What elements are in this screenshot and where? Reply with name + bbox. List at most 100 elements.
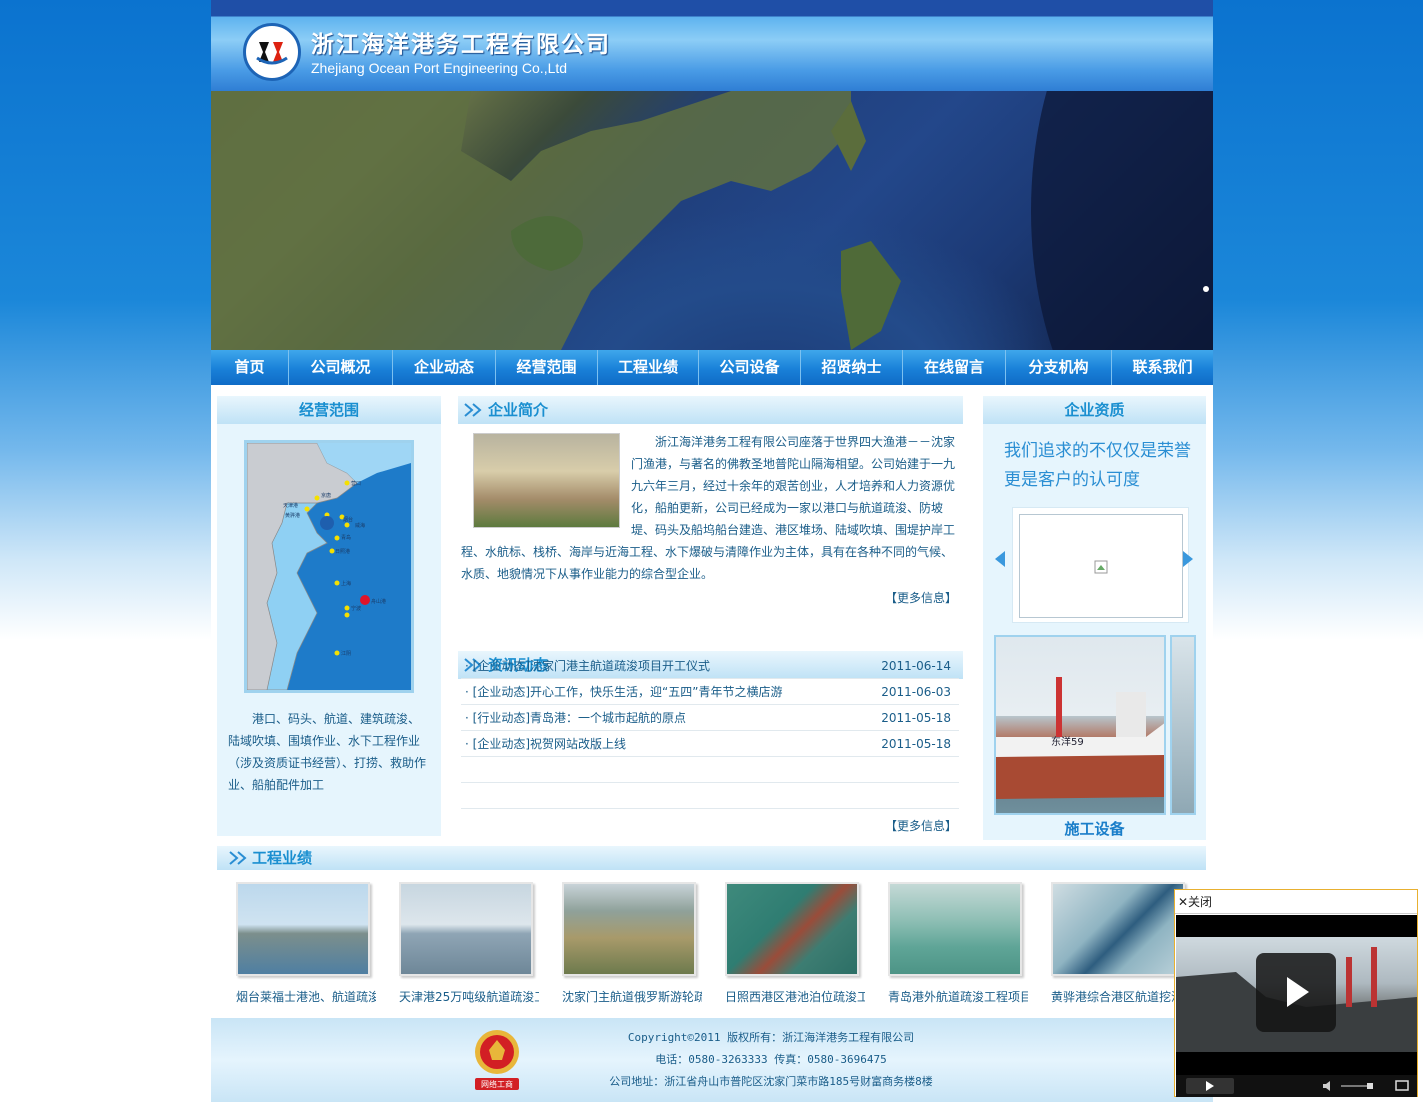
projects-carousel: 烟台莱福士港池、航道疏浚工程 天津港25万吨级航道疏浚工程 沈家门主航道俄罗斯游… [232, 882, 1192, 1012]
arrow-left-icon[interactable] [995, 551, 1005, 567]
banner-earth-image [211, 91, 1213, 350]
main-nav: 首页 公司概况 企业动态 经营范围 工程业绩 公司设备 招贤纳士 在线留言 分支… [211, 350, 1213, 385]
footer-info: Copyright©2011 版权所有：浙江海洋港务工程有限公司 电话：0580… [596, 1027, 946, 1093]
nav-contact[interactable]: 联系我们 [1112, 350, 1213, 385]
business-scope-title: 经营范围 [217, 396, 441, 424]
project-item[interactable]: 黄骅港综合港区航道挖泥 [1051, 882, 1191, 1005]
svg-text:日照港: 日照港 [335, 548, 350, 555]
intro-title: 企业简介 [488, 401, 549, 419]
nav-company-news[interactable]: 企业动态 [393, 350, 496, 385]
fullscreen-icon [1395, 1080, 1409, 1091]
company-name-en: Zhejiang Ocean Port Engineering Co.,Ltd [311, 60, 568, 76]
news-item-empty [461, 757, 959, 783]
video-player[interactable] [1176, 915, 1417, 1097]
site-footer: 网络工商 Copyright©2011 版权所有：浙江海洋港务工程有限公司 电话… [211, 1018, 1213, 1102]
project-item[interactable]: 烟台莱福士港池、航道疏浚工程 [236, 882, 376, 1005]
nav-recruitment[interactable]: 招贤纳士 [801, 350, 903, 385]
project-caption[interactable]: 沈家门主航道俄罗斯游轮疏浚 [562, 988, 702, 1005]
svg-text:青岛: 青岛 [341, 534, 351, 541]
nav-about[interactable]: 公司概况 [289, 350, 393, 385]
svg-text:烟台: 烟台 [343, 516, 353, 523]
news-item-empty [461, 783, 959, 809]
intro-more-link[interactable]: 【更多信息】 [885, 589, 957, 606]
business-scope-panel: 经营范围 营口 天津港 黄骅港 烟台 威海 京唐 青岛 日照港 上海 宁波 舟山… [217, 396, 441, 836]
play-icon[interactable] [1186, 1078, 1234, 1094]
svg-text:天津港: 天津港 [283, 502, 298, 509]
svg-text:宁波: 宁波 [351, 605, 361, 612]
projects-title-bar: 工程业绩 [217, 846, 1206, 870]
footer-copyright: Copyright©2011 版权所有：浙江海洋港务工程有限公司 [627, 1031, 915, 1044]
news-more-link[interactable]: 【更多信息】 [885, 817, 957, 834]
news-date: 2011-05-18 [881, 737, 951, 751]
business-license-badge-icon[interactable]: 网络工商 [469, 1026, 525, 1092]
svg-text:江阴: 江阴 [341, 650, 351, 657]
intro-text-block: 浙江海洋港务工程有限公司座落于世界四大渔港－－沈家门渔港，与著名的佛教圣地普陀山… [461, 431, 959, 585]
project-photo[interactable] [725, 882, 859, 976]
projects-title: 工程业绩 [252, 849, 313, 867]
news-list: · [企业动态]沈家门港主航道疏浚项目开工仪式 2011-06-14 · [企业动… [461, 653, 959, 809]
video-popup: ✕关闭 [1174, 889, 1418, 1097]
project-caption[interactable]: 天津港25万吨级航道疏浚工程 [399, 988, 539, 1005]
satellite-banner [211, 91, 1213, 350]
nav-business-scope[interactable]: 经营范围 [496, 350, 598, 385]
qualification-slogan: 我们追求的不仅仅是荣誉 更是客户的认可度 [1004, 441, 1191, 490]
chevron-right-icon [229, 851, 247, 865]
news-item[interactable]: · [行业动态]青岛港：一个城市起航的原点 2011-05-18 [461, 705, 959, 731]
svg-text:威海: 威海 [355, 522, 365, 529]
news-item[interactable]: · [企业动态]祝贺网站改版上线 2011-05-18 [461, 731, 959, 757]
video-control-icons [1323, 1080, 1409, 1091]
site-header: 浙江海洋港务工程有限公司 Zhejiang Ocean Port Enginee… [211, 0, 1213, 91]
svg-text:营口: 营口 [351, 480, 361, 487]
certificate-slider [1012, 507, 1189, 623]
ship-photo-next[interactable] [1170, 635, 1196, 815]
arrow-right-icon[interactable] [1183, 551, 1193, 567]
project-photo[interactable] [888, 882, 1022, 976]
svg-text:京唐: 京唐 [321, 492, 331, 499]
svg-text:舟山港: 舟山港 [371, 598, 386, 605]
equipment-caption[interactable]: 施工设备 [983, 818, 1206, 839]
project-caption[interactable]: 黄骅港综合港区航道挖泥 [1051, 988, 1191, 1005]
project-photo[interactable] [562, 882, 696, 976]
certificate-image[interactable] [1019, 514, 1183, 618]
port-map[interactable]: 营口 天津港 黄骅港 烟台 威海 京唐 青岛 日照港 上海 宁波 舟山港 江阴 [244, 440, 414, 693]
project-item[interactable]: 天津港25万吨级航道疏浚工程 [399, 882, 539, 1005]
video-close-button[interactable]: ✕关闭 [1175, 890, 1417, 914]
page-container: 浙江海洋港务工程有限公司 Zhejiang Ocean Port Enginee… [211, 0, 1213, 1102]
dredger-ship-photo[interactable]: 东洋59 [994, 635, 1166, 815]
news-date: 2011-05-18 [881, 711, 951, 725]
news-date: 2011-06-03 [881, 685, 951, 699]
project-photo[interactable] [1051, 882, 1185, 976]
qualification-panel: 企业资质 我们追求的不仅仅是荣誉 更是客户的认可度 东洋59 施工设备 [983, 396, 1206, 840]
nav-branches[interactable]: 分支机构 [1006, 350, 1112, 385]
ship-illustration: 东洋59 [996, 677, 1164, 799]
project-caption[interactable]: 日照西港区港池泊位疏浚工程 [725, 988, 865, 1005]
project-photo[interactable] [236, 882, 370, 976]
nav-guestbook[interactable]: 在线留言 [903, 350, 1006, 385]
project-photo[interactable] [399, 882, 533, 976]
company-logo[interactable] [243, 23, 301, 81]
news-item[interactable]: · [企业动态]开心工作，快乐生活，迎“五四”青年节之横店游 2011-06-03 [461, 679, 959, 705]
project-caption[interactable]: 青岛港外航道疏浚工程项目 [888, 988, 1028, 1005]
port-map-image: 营口 天津港 黄骅港 烟台 威海 京唐 青岛 日照港 上海 宁波 舟山港 江阴 [247, 443, 411, 690]
company-name-cn: 浙江海洋港务工程有限公司 [311, 31, 611, 58]
project-item[interactable]: 青岛港外航道疏浚工程项目 [888, 882, 1028, 1005]
svg-text:东洋59: 东洋59 [1051, 735, 1084, 748]
broken-image-icon [1094, 560, 1108, 574]
nav-projects[interactable]: 工程业绩 [598, 350, 699, 385]
project-caption[interactable]: 烟台莱福士港池、航道疏浚工程 [236, 988, 376, 1005]
volume-slider [1341, 1085, 1371, 1087]
nav-equipment[interactable]: 公司设备 [699, 350, 801, 385]
qualification-title: 企业资质 [983, 396, 1206, 424]
news-item[interactable]: · [企业动态]沈家门港主航道疏浚项目开工仪式 2011-06-14 [461, 653, 959, 679]
svg-text:黄骅港: 黄骅港 [285, 512, 300, 519]
footer-address: 公司地址：浙江省舟山市普陀区沈家门菜市路185号财富商务楼8楼 [609, 1075, 933, 1088]
video-play-button[interactable] [1256, 953, 1336, 1032]
project-item[interactable]: 日照西港区港池泊位疏浚工程 [725, 882, 865, 1005]
intro-news-column: 企业简介 浙江海洋港务工程有限公司座落于世界四大渔港－－沈家门渔港，与著名的佛教… [458, 396, 963, 836]
nav-home[interactable]: 首页 [211, 350, 289, 385]
project-item[interactable]: 沈家门主航道俄罗斯游轮疏浚 [562, 882, 702, 1005]
chevron-right-icon [464, 403, 482, 417]
intro-title-bar: 企业简介 [458, 396, 963, 424]
video-controls [1176, 1075, 1417, 1097]
logo-mark-icon [256, 42, 288, 65]
